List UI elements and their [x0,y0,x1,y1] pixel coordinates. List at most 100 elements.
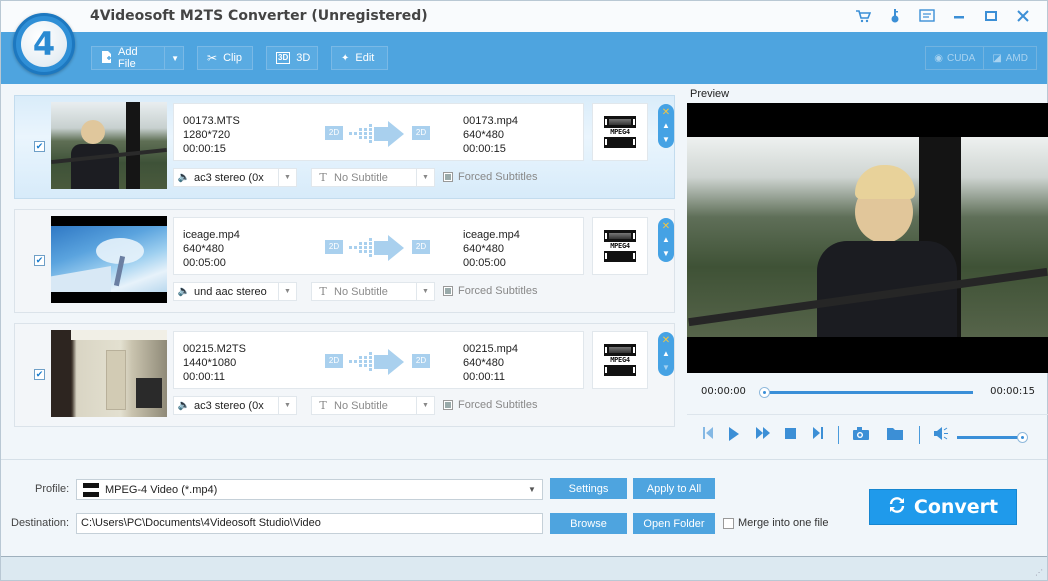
preview-panel: Preview 00:00:00 00:00:15 [687,85,1048,459]
maximize-button[interactable] [975,6,1007,26]
output-format-button[interactable]: MPEG4 [592,331,648,389]
merge-checkbox[interactable]: Merge into one file [723,517,829,529]
video-thumbnail [51,216,167,303]
chevron-down-icon: ▼ [416,169,434,186]
output-duration: 00:00:11 [463,371,506,383]
title-bar: 4Videosoft M2TS Converter (Unregistered) [1,1,1047,32]
audio-track-value: ac3 stereo (0x [194,399,264,412]
edit-button[interactable]: ✦ Edit [331,46,388,70]
add-file-icon [101,50,112,67]
source-duration: 00:00:11 [183,371,226,383]
remove-icon[interactable]: ✕ [662,336,670,346]
output-settings: Profile: MPEG-4 Video (*.mp4) ▼ Settings… [1,459,1047,555]
open-folder-icon[interactable] [887,427,903,443]
open-folder-button[interactable]: Open Folder [633,513,715,534]
forced-subtitles-label: Forced Subtitles [458,285,538,297]
audio-track-select[interactable]: 🔈 ac3 stereo (0x ▼ [173,396,297,415]
mpeg4-profile-icon [83,482,99,497]
gpu-acceleration: ◉ CUDA ◪ AMD [925,46,1037,70]
skip-forward-icon[interactable] [813,427,823,442]
conversion-arrow: 2D 2D [325,121,435,147]
file-item[interactable]: ✔ 00173.MTS 1280*720 00:00:15 2D 2D 0017… [14,95,675,199]
total-time: 00:00:15 [990,386,1035,397]
move-down-icon[interactable]: ▼ [662,135,670,144]
mpeg4-format-icon: MPEG4 [604,230,636,262]
forced-subtitles-checkbox[interactable]: Forced Subtitles [443,285,537,297]
move-down-icon[interactable]: ▼ [662,249,670,258]
skip-back-icon[interactable] [703,427,713,442]
input-mode-badge: 2D [325,354,343,368]
add-file-button[interactable]: Add File ▼ [91,46,184,70]
forced-subtitles-checkbox[interactable]: Forced Subtitles [443,171,537,183]
merge-label: Merge into one file [738,517,829,529]
amd-label: AMD [1005,52,1028,64]
subtitle-select[interactable]: T No Subtitle ▼ [311,396,435,415]
fast-forward-icon[interactable] [756,427,770,442]
forced-subtitles-checkbox[interactable]: Forced Subtitles [443,399,537,411]
timeline: 00:00:00 00:00:15 [687,375,1048,415]
output-format-button[interactable]: MPEG4 [592,103,648,161]
minimize-button[interactable] [943,6,975,26]
file-item[interactable]: ✔ iceage.mp4 640*480 00:05:00 2D 2D icea… [14,209,675,313]
chevron-down-icon: ▼ [278,169,296,186]
source-info-box: iceage.mp4 640*480 00:05:00 2D 2D iceage… [173,217,584,275]
conversion-arrow: 2D 2D [325,349,435,375]
output-duration: 00:05:00 [463,257,506,269]
destination-input[interactable]: C:\Users\PC\Documents\4Videosoft Studio\… [76,513,543,534]
apply-to-all-button[interactable]: Apply to All [633,478,715,499]
cart-icon[interactable] [847,6,879,26]
audio-track-select[interactable]: 🔈 und aac stereo ▼ [173,282,297,301]
audio-track-select[interactable]: 🔈 ac3 stereo (0x ▼ [173,168,297,187]
subtitle-select[interactable]: T No Subtitle ▼ [311,282,435,301]
file-checkbox[interactable]: ✔ [34,141,45,152]
source-filename: 00173.MTS [183,115,240,127]
output-resolution: 640*480 [463,357,504,369]
subtitle-select[interactable]: T No Subtitle ▼ [311,168,435,187]
input-mode-badge: 2D [325,240,343,254]
volume-handle[interactable] [1017,432,1028,443]
file-item[interactable]: ✔ 00215.M2TS 1440*1080 00:00:11 2D 2D 00… [14,323,675,427]
window-title: 4Videosoft M2TS Converter (Unregistered) [90,8,428,24]
feedback-icon[interactable] [911,6,943,26]
file-checkbox[interactable]: ✔ [34,369,45,380]
remove-icon[interactable]: ✕ [662,108,670,118]
key-icon[interactable] [879,6,911,26]
clip-button[interactable]: ✂ Clip [197,46,253,70]
source-info-box: 00173.MTS 1280*720 00:00:15 2D 2D 00173.… [173,103,584,161]
output-duration: 00:00:15 [463,143,506,155]
3d-button[interactable]: 3D 3D [266,46,318,70]
volume-icon[interactable] [934,427,950,443]
move-up-icon[interactable]: ▲ [662,121,670,130]
text-icon: T [319,399,327,412]
seek-handle[interactable] [759,387,770,398]
snapshot-camera-icon[interactable] [853,427,869,443]
play-icon[interactable] [729,427,739,444]
move-up-icon[interactable]: ▲ [662,349,670,358]
toolbar: Add File ▼ ✂ Clip 3D 3D ✦ Edit ◉ CUDA ◪ … [1,32,1047,84]
resize-grip-icon[interactable]: ⋰ [1035,568,1043,577]
stop-icon[interactable] [785,427,796,442]
move-down-icon[interactable]: ▼ [662,363,670,372]
file-checkbox[interactable]: ✔ [34,255,45,266]
amd-button[interactable]: ◪ AMD [983,47,1036,69]
destination-label: Destination: [11,517,70,529]
settings-button[interactable]: Settings [550,478,627,499]
mpeg4-format-icon: MPEG4 [604,344,636,376]
move-up-icon[interactable]: ▲ [662,235,670,244]
browse-button[interactable]: Browse [550,513,627,534]
volume-slider[interactable] [957,432,1028,443]
window-controls [847,6,1039,26]
output-format-button[interactable]: MPEG4 [592,217,648,275]
profile-select[interactable]: MPEG-4 Video (*.mp4) ▼ [76,479,543,500]
seek-bar[interactable] [759,387,973,398]
remove-icon[interactable]: ✕ [662,222,670,232]
convert-button[interactable]: Convert [869,489,1017,525]
cuda-button[interactable]: ◉ CUDA [926,47,983,69]
3d-label: 3D [296,52,311,64]
source-resolution: 640*480 [183,243,224,255]
source-info-box: 00215.M2TS 1440*1080 00:00:11 2D 2D 0021… [173,331,584,389]
app-window: 4Videosoft M2TS Converter (Unregistered) [0,0,1048,581]
subtitle-value: No Subtitle [334,285,388,298]
close-button[interactable] [1007,6,1039,26]
add-file-dropdown-icon[interactable]: ▼ [164,47,179,69]
